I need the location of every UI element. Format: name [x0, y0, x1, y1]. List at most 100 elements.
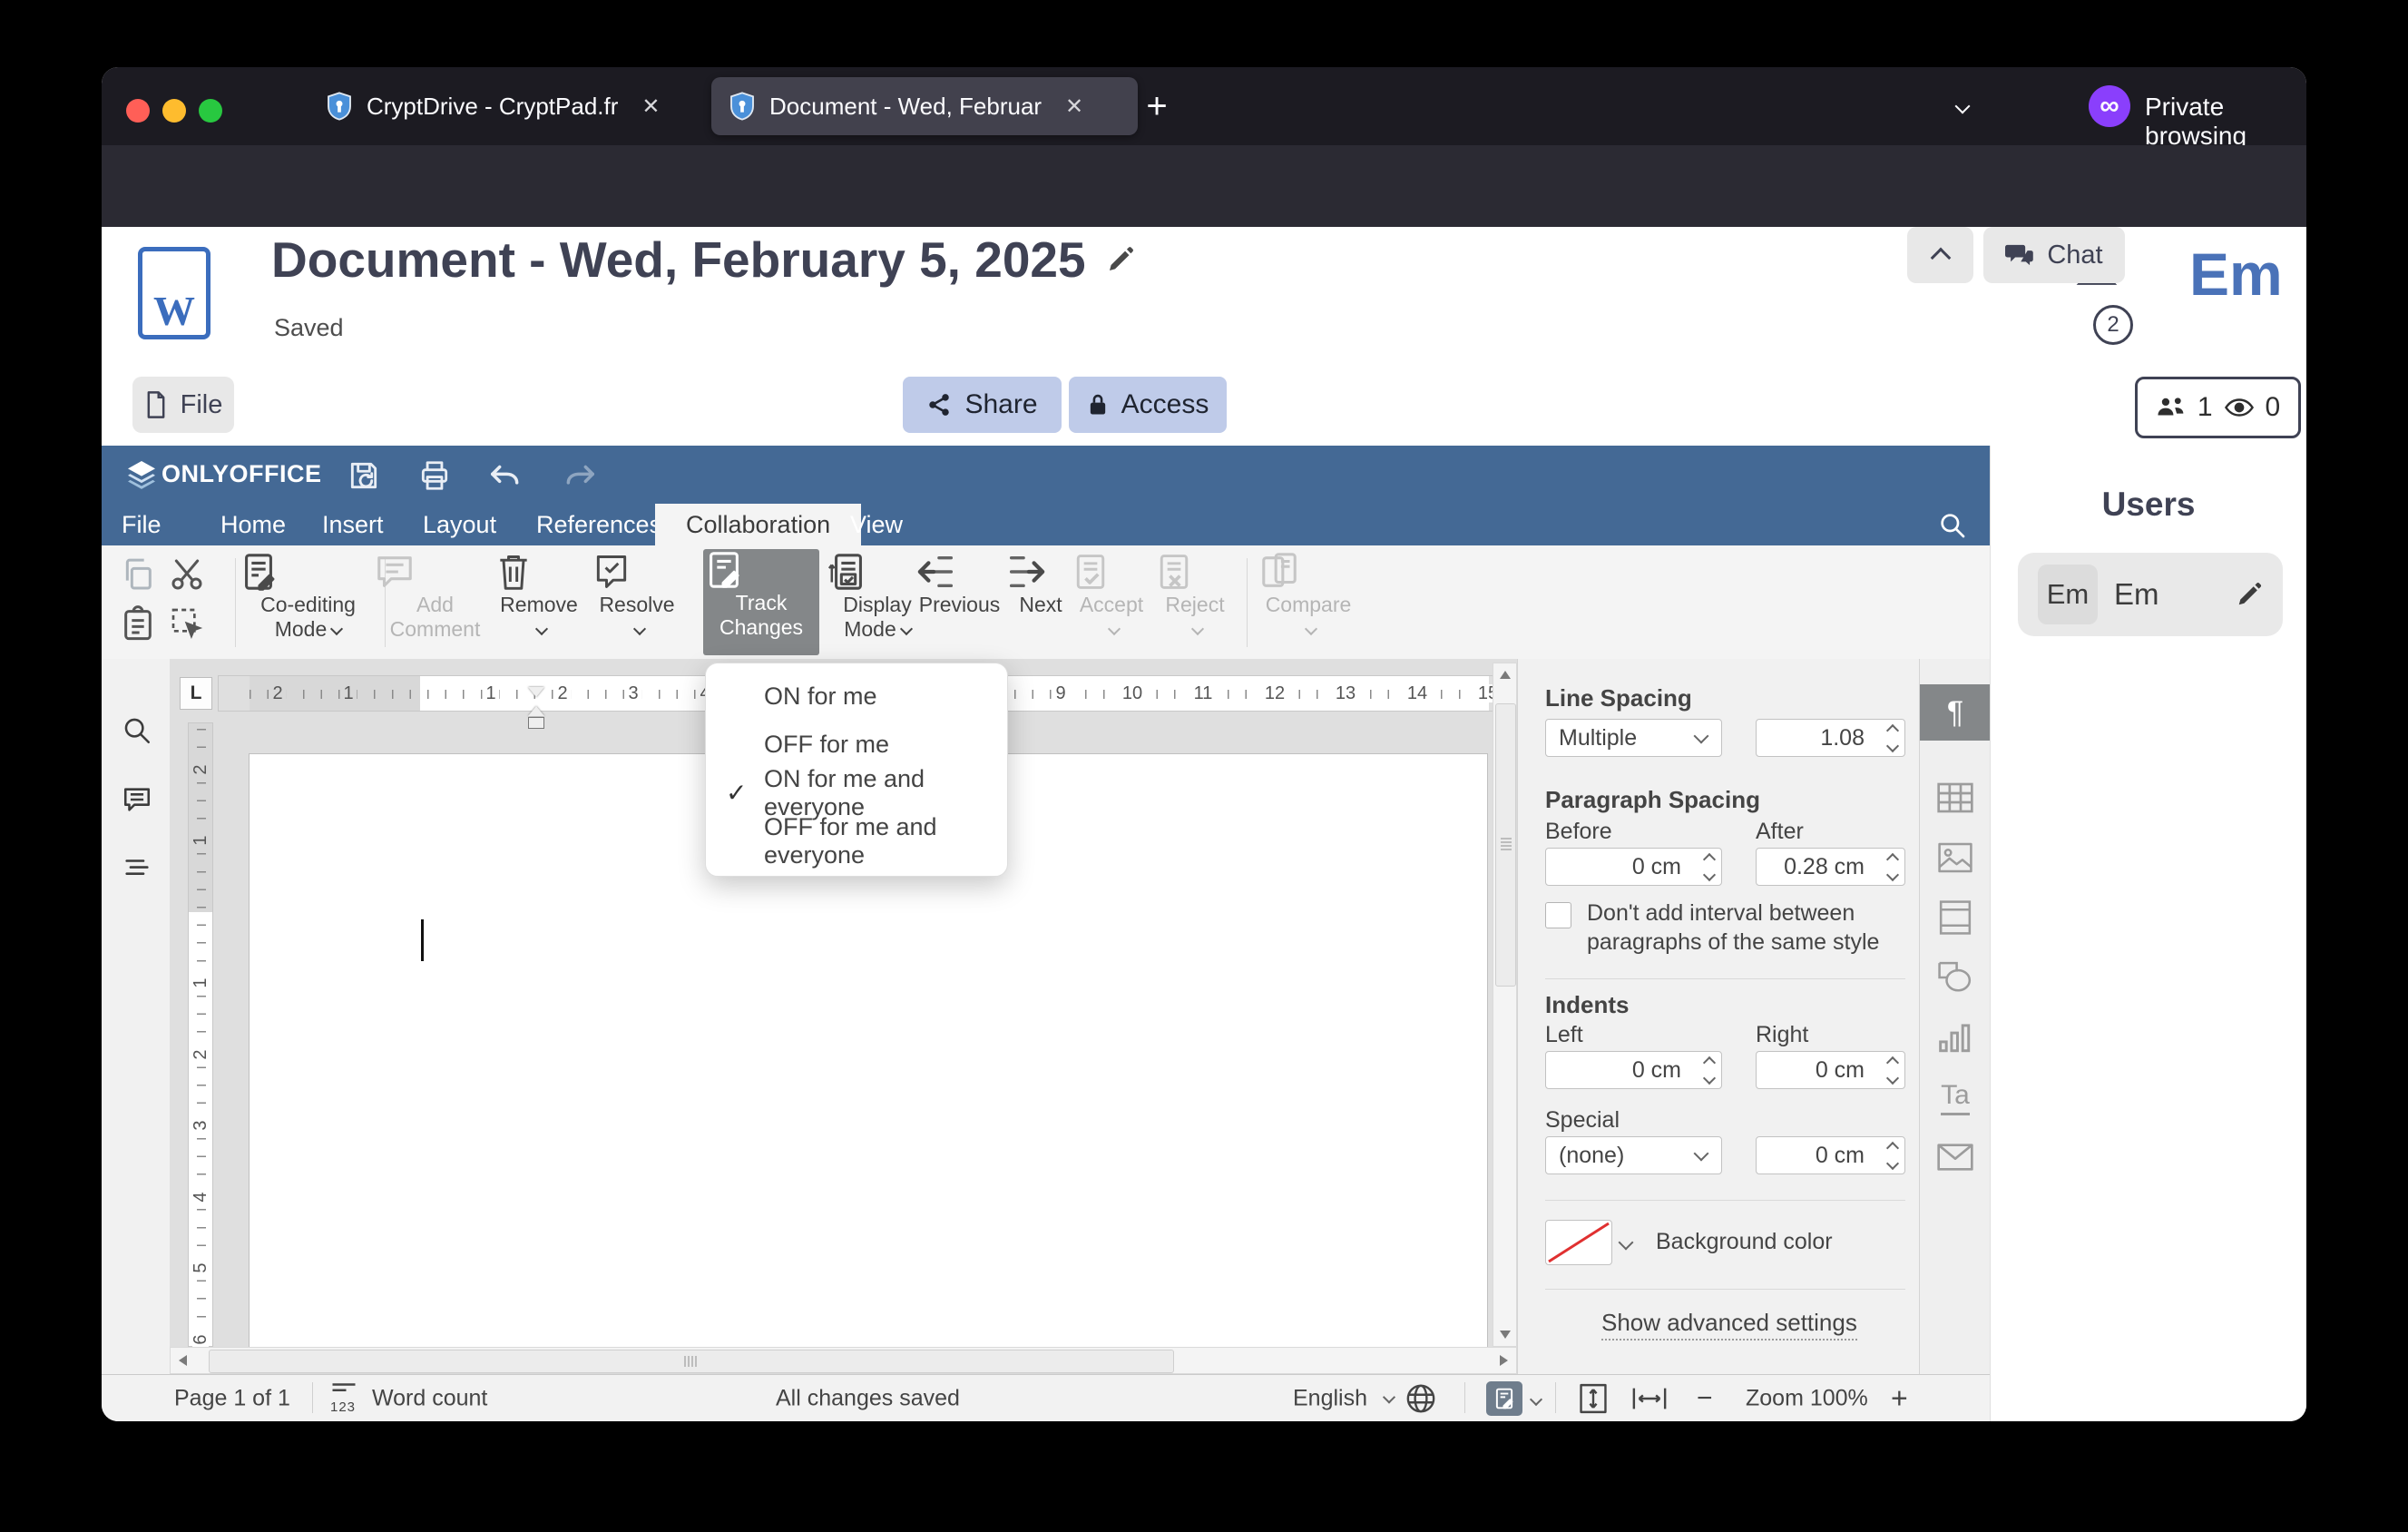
textart-settings-icon[interactable]: Ta [1920, 1069, 1991, 1125]
close-window-button[interactable] [126, 99, 150, 123]
menu-tab-file[interactable]: File [122, 504, 162, 545]
ruler-number: 3 [191, 1117, 210, 1134]
close-tab-icon[interactable]: ✕ [641, 93, 660, 120]
presence-counts[interactable]: 1 0 [2135, 377, 2301, 438]
resolve-comment-button[interactable]: Resolve [592, 551, 682, 642]
special-select[interactable]: (none) [1545, 1136, 1722, 1174]
language-selector[interactable]: English [1293, 1385, 1396, 1411]
show-advanced-settings-link[interactable]: Show advanced settings [1601, 1309, 1857, 1340]
spacing-before-input[interactable] [1545, 848, 1722, 886]
shape-settings-icon[interactable] [1920, 949, 1991, 1006]
page-indicator[interactable]: Page 1 of 1 [174, 1385, 290, 1411]
word-count-icon[interactable]: 123 [330, 1381, 357, 1415]
fit-width-icon[interactable] [1631, 1387, 1668, 1410]
print-icon[interactable] [416, 457, 454, 495]
chat-button[interactable]: Chat [1983, 227, 2125, 283]
tab-stop-selector[interactable]: L [180, 677, 212, 710]
background-color-dropdown[interactable] [1612, 1220, 1640, 1265]
save-icon[interactable] [345, 457, 383, 495]
menu-tab-references[interactable]: References [536, 504, 661, 545]
user-list-item[interactable]: Em Em [2018, 553, 2283, 636]
vertical-ruler[interactable]: 2 1 1 2 3 4 5 6 [188, 722, 213, 1348]
track-changes-status-button[interactable] [1486, 1381, 1522, 1416]
special-input[interactable] [1756, 1136, 1905, 1174]
minimize-window-button[interactable] [162, 99, 186, 123]
interval-checkbox-label[interactable]: Don't add interval between paragraphs of… [1587, 899, 1886, 957]
redo-icon[interactable] [561, 457, 599, 495]
table-settings-icon[interactable] [1920, 770, 1991, 826]
accept-change-button: Accept [1071, 551, 1152, 642]
spacing-after-input[interactable] [1756, 848, 1905, 886]
search-icon[interactable] [122, 715, 152, 746]
line-spacing-input[interactable] [1756, 719, 1905, 757]
menu-tab-insert[interactable]: Insert [322, 504, 384, 545]
spinner-arrows[interactable] [1702, 1052, 1717, 1088]
spinner-arrows[interactable] [1885, 1137, 1900, 1174]
undo-icon[interactable] [486, 457, 524, 495]
menu-tab-layout[interactable]: Layout [423, 504, 496, 545]
spinner-arrows[interactable] [1885, 849, 1900, 885]
paragraph-settings-icon[interactable]: ¶ [1920, 684, 1991, 741]
spellcheck-globe-icon[interactable] [1405, 1383, 1436, 1414]
remove-comment-button[interactable]: Remove [494, 551, 584, 642]
vertical-scrollbar[interactable] [1493, 663, 1517, 1347]
menu-item-off-for-me[interactable]: OFF for me [706, 721, 1007, 769]
notification-count-badge[interactable]: 2 [2093, 305, 2133, 345]
comments-icon[interactable] [122, 784, 152, 815]
image-settings-icon[interactable] [1920, 830, 1991, 886]
chevron-down-icon [1107, 622, 1121, 636]
indent-right-input[interactable] [1756, 1051, 1905, 1089]
tab-cryptdrive[interactable]: CryptDrive - CryptPad.fr ✕ [308, 77, 708, 135]
chart-settings-icon[interactable] [1920, 1009, 1991, 1066]
private-browsing-mask-icon: ∞ [2089, 85, 2130, 127]
new-tab-button[interactable]: + [1136, 85, 1178, 127]
spinner-arrows[interactable] [1885, 1052, 1900, 1088]
menu-item-on-for-me[interactable]: ON for me [706, 673, 1007, 721]
previous-change-button[interactable]: Previous [916, 551, 1003, 617]
cut-icon[interactable] [169, 556, 205, 593]
coediting-mode-button[interactable]: Co-editing Mode [238, 551, 378, 642]
fit-page-icon[interactable] [1579, 1383, 1608, 1414]
left-sidebar [102, 659, 170, 1374]
chevron-down-icon[interactable] [1529, 1392, 1543, 1407]
line-spacing-select[interactable]: Multiple [1545, 719, 1722, 757]
rename-pencil-icon[interactable] [1106, 245, 1135, 274]
zoom-out-button[interactable]: − [1697, 1383, 1713, 1414]
close-tab-icon[interactable]: ✕ [1065, 93, 1083, 120]
header-footer-settings-icon[interactable] [1920, 889, 1991, 946]
menu-tab-collaboration[interactable]: Collaboration [655, 504, 862, 545]
navigation-headings-icon[interactable] [122, 853, 152, 884]
paste-icon[interactable] [120, 605, 156, 642]
word-count-label[interactable]: Word count [372, 1385, 487, 1411]
tab-document-active[interactable]: Document - Wed, February 5, 2 ✕ [711, 77, 1138, 135]
indent-marker[interactable] [528, 687, 544, 736]
editor-search-icon[interactable] [1938, 511, 1967, 540]
access-button[interactable]: Access [1069, 377, 1227, 433]
background-color-swatch[interactable] [1545, 1220, 1612, 1265]
mail-merge-icon[interactable] [1920, 1129, 1991, 1185]
copy-icon[interactable] [120, 556, 156, 593]
file-menu-button[interactable]: File [132, 377, 234, 433]
menu-item-off-for-everyone[interactable]: OFF for me and everyone [706, 813, 1007, 869]
interval-checkbox[interactable] [1545, 902, 1571, 928]
edit-name-pencil-icon[interactable] [2236, 581, 2263, 608]
maximize-window-button[interactable] [199, 99, 222, 123]
indent-left-label: Left [1545, 1022, 1583, 1047]
spinner-arrows[interactable] [1885, 720, 1900, 756]
track-changes-button[interactable]: Track Changes [703, 549, 819, 655]
horizontal-scrollbar[interactable] [170, 1347, 1517, 1374]
next-change-button[interactable]: Next [1004, 551, 1077, 617]
share-button[interactable]: Share [903, 377, 1062, 433]
list-tabs-chevron-icon[interactable] [1949, 94, 1976, 118]
zoom-in-button[interactable]: + [1891, 1381, 1908, 1415]
spinner-arrows[interactable] [1702, 849, 1717, 885]
collapse-toolbar-button[interactable] [1907, 227, 1973, 283]
indent-left-input[interactable] [1545, 1051, 1722, 1089]
display-mode-button[interactable]: Display Mode [827, 551, 927, 642]
select-all-icon[interactable] [169, 605, 205, 642]
account-name[interactable]: Em [2189, 240, 2283, 309]
menu-tab-home[interactable]: Home [220, 504, 286, 545]
track-changes-icon [703, 549, 819, 591]
menu-tab-view[interactable]: View [850, 504, 903, 545]
menu-item-on-for-everyone[interactable]: ✓ ON for me and everyone [706, 765, 1007, 820]
